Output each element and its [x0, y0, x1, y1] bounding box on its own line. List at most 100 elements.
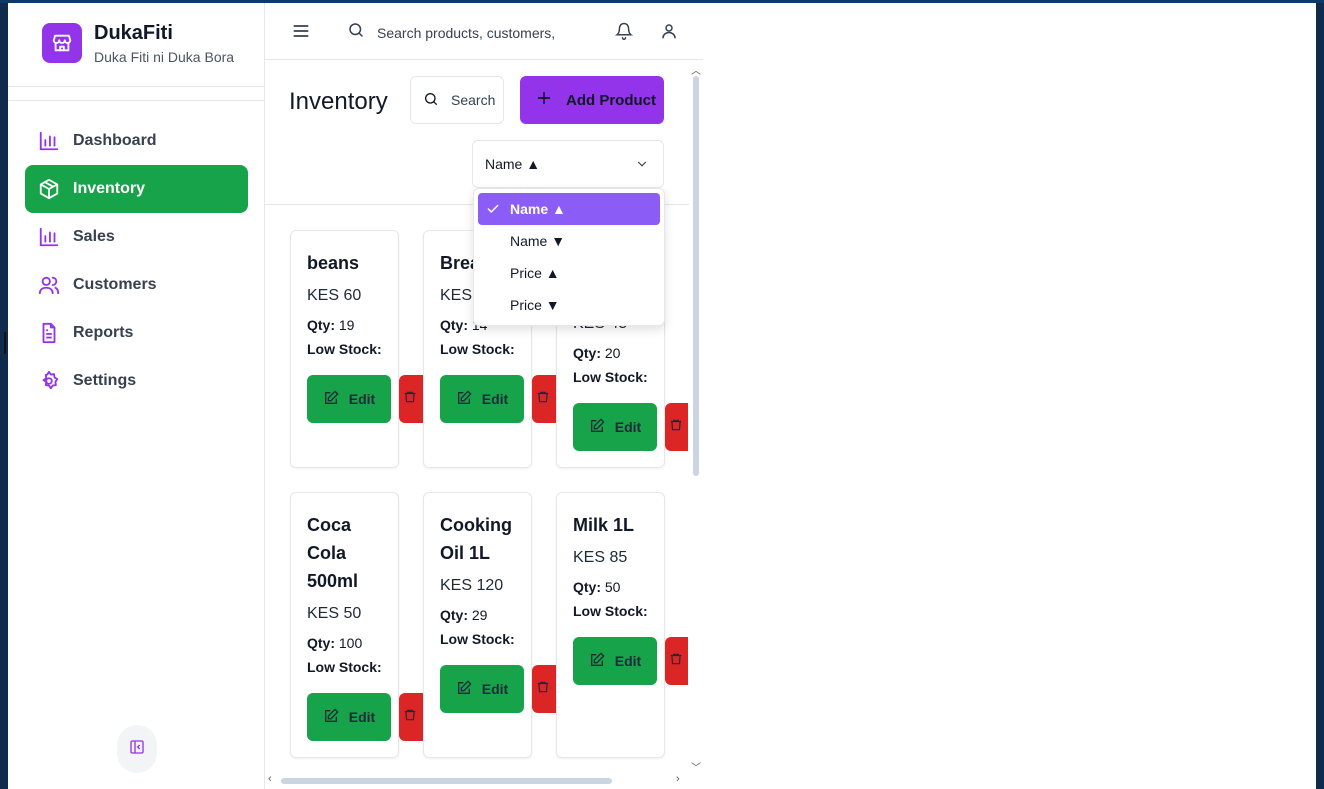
- page-title: Inventory: [289, 88, 388, 115]
- edit-label: Edit: [481, 681, 509, 697]
- search-button-label: Search: [451, 92, 496, 108]
- qty-label: Qty:: [307, 635, 335, 651]
- divider: [8, 100, 264, 101]
- collapse-sidebar-button[interactable]: [117, 725, 157, 773]
- product-card: Milk 1L KES 85 Qty: 50 Low Stock: Edit: [556, 492, 688, 758]
- sort-option-label: Price ▲: [510, 265, 560, 281]
- scroll-left-arrow-icon[interactable]: ‹: [268, 773, 272, 785]
- check-icon: [486, 202, 500, 219]
- sort-select[interactable]: Name ▲: [472, 140, 664, 188]
- search-button[interactable]: Search: [410, 76, 504, 124]
- horizontal-scrollbar-thumb[interactable]: [281, 778, 612, 784]
- product-qty: Qty: 29: [440, 607, 487, 623]
- trash-icon: [403, 707, 417, 728]
- edit-icon: [323, 389, 339, 409]
- qty-label: Qty:: [307, 317, 335, 333]
- scroll-down-arrow-icon[interactable]: ﹀: [691, 759, 701, 774]
- qty-value: 29: [471, 607, 488, 623]
- sidebar-item-settings[interactable]: Settings: [25, 357, 248, 405]
- qty-label: Qty:: [440, 607, 468, 623]
- sort-select-value: Name ▲: [485, 156, 541, 172]
- qty-label: Qty:: [573, 579, 601, 595]
- product-qty: Qty: 50: [573, 579, 620, 595]
- qty-value: 100: [338, 635, 363, 651]
- product-name: Cooking Oil 1L: [440, 515, 512, 563]
- store-icon: [42, 23, 82, 63]
- sort-option-name-asc[interactable]: Name ▲: [478, 193, 660, 225]
- package-icon: [37, 177, 61, 201]
- sidebar-item-label: Sales: [73, 228, 115, 245]
- delete-button[interactable]: [665, 403, 688, 451]
- chevron-down-icon: [635, 157, 649, 174]
- product-price: KES 60: [307, 287, 362, 304]
- edit-button[interactable]: Edit: [307, 375, 391, 423]
- qty-value: 20: [604, 345, 621, 361]
- add-product-button[interactable]: Add Product: [520, 76, 664, 124]
- sidebar-item-inventory[interactable]: Inventory: [25, 165, 248, 213]
- sort-option-price-desc[interactable]: Price ▼: [478, 289, 660, 321]
- edit-label: Edit: [481, 391, 509, 407]
- gear-icon: [37, 369, 61, 393]
- trash-icon: [536, 389, 550, 410]
- product-price: KES 50: [307, 605, 362, 622]
- app-window: DukaFiti Duka Fiti ni Duka Bora Dashboar…: [8, 3, 1316, 789]
- topbar: Search products, customers,: [265, 3, 703, 60]
- product-name: beans: [307, 253, 360, 273]
- sidebar: DukaFiti Duka Fiti ni Duka Bora Dashboar…: [8, 3, 265, 789]
- menu-icon[interactable]: [291, 21, 311, 41]
- product-card: beans KES 60 Qty: 19 Low Stock: Edit: [290, 230, 423, 468]
- edit-icon: [589, 651, 605, 671]
- delete-button[interactable]: [532, 375, 556, 423]
- sidebar-item-label: Customers: [73, 276, 157, 293]
- search-icon: [347, 21, 365, 44]
- sidebar-item-sales[interactable]: Sales: [25, 213, 248, 261]
- bell-icon[interactable]: [614, 22, 634, 40]
- vertical-scrollbar-thumb[interactable]: [693, 76, 699, 476]
- users-icon: [37, 273, 61, 297]
- qty-value: 50: [604, 579, 621, 595]
- edit-button[interactable]: Edit: [573, 403, 657, 451]
- delete-button[interactable]: [399, 693, 423, 741]
- product-qty: Qty: 100: [307, 635, 362, 651]
- delete-button[interactable]: [399, 375, 423, 423]
- trash-icon: [669, 651, 683, 672]
- product-qty: Qty: 20: [573, 345, 620, 361]
- edit-label: Edit: [348, 709, 376, 725]
- sort-option-name-desc[interactable]: Name ▼: [478, 225, 660, 257]
- qty-label: Qty:: [573, 345, 601, 361]
- product-price: KES 85: [573, 549, 628, 566]
- scroll-right-arrow-icon[interactable]: ›: [676, 773, 680, 785]
- global-search-input[interactable]: Search products, customers,: [347, 21, 555, 44]
- sidebar-item-customers[interactable]: Customers: [25, 261, 248, 309]
- user-icon[interactable]: [660, 22, 678, 40]
- sidebar-item-dashboard[interactable]: Dashboard: [25, 117, 248, 165]
- brand-header: DukaFiti Duka Fiti ni Duka Bora: [8, 3, 264, 87]
- product-qty: Qty: 19: [307, 317, 354, 333]
- add-product-label: Add Product: [566, 91, 656, 109]
- sidebar-item-label: Inventory: [73, 180, 146, 197]
- edit-button[interactable]: Edit: [440, 665, 524, 713]
- qty-value: 19: [338, 317, 355, 333]
- edit-button[interactable]: Edit: [440, 375, 524, 423]
- brand-title: DukaFiti: [94, 22, 173, 44]
- plus-icon: [536, 90, 552, 110]
- low-stock-label: Low Stock:: [307, 659, 382, 675]
- low-stock-label: Low Stock:: [440, 631, 515, 647]
- edit-button[interactable]: Edit: [307, 693, 391, 741]
- sidebar-item-reports[interactable]: Reports: [25, 309, 248, 357]
- global-search-placeholder: Search products, customers,: [377, 24, 556, 41]
- edit-label: Edit: [614, 419, 642, 435]
- edit-label: Edit: [348, 391, 376, 407]
- edit-icon: [456, 679, 472, 699]
- delete-button[interactable]: [665, 637, 688, 685]
- edit-icon: [589, 417, 605, 437]
- product-name: Coca Cola 500ml: [307, 515, 359, 591]
- delete-button[interactable]: [532, 665, 556, 713]
- edit-label: Edit: [614, 653, 642, 669]
- edit-icon: [456, 389, 472, 409]
- bar-chart-icon: [37, 225, 61, 249]
- scroll-up-arrow-icon[interactable]: ︿: [691, 62, 701, 77]
- sort-option-price-asc[interactable]: Price ▲: [478, 257, 660, 289]
- main-content: Search products, customers, Inventory Se…: [265, 3, 703, 789]
- edit-button[interactable]: Edit: [573, 637, 657, 685]
